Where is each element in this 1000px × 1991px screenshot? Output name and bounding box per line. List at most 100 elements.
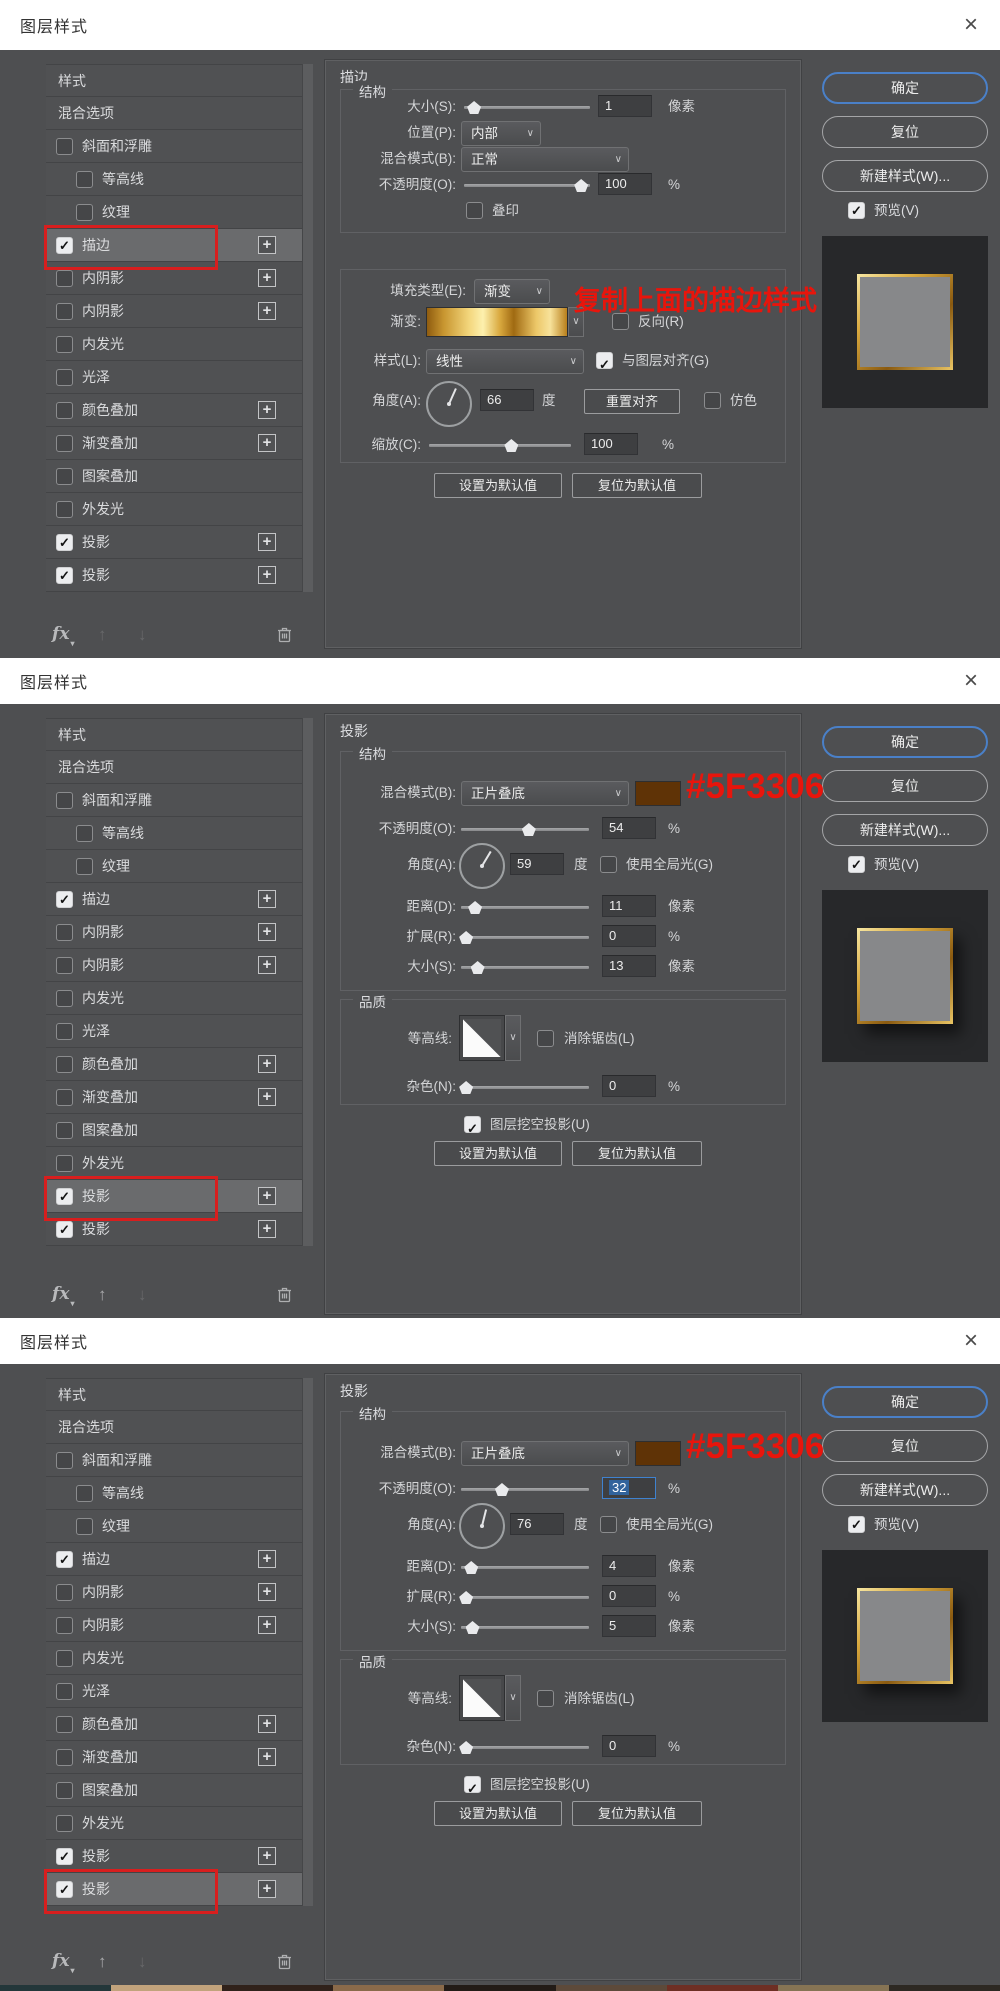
add-effect-button[interactable]: + [258, 1187, 276, 1205]
sidebar-item-渐变叠加[interactable]: 渐变叠加 + [46, 1081, 302, 1114]
sidebar-item-内发光[interactable]: 内发光 [46, 328, 302, 361]
new-style-button[interactable]: 新建样式(W)... [822, 160, 988, 192]
size-value-field[interactable]: 5 [602, 1615, 656, 1637]
sidebar-item-投影[interactable]: ✓ 投影 + [46, 526, 302, 559]
angle-value-field[interactable]: 76 [510, 1513, 564, 1535]
align-layer-checkbox[interactable]: ✓ [596, 352, 613, 372]
noise-slider[interactable] [459, 1735, 589, 1759]
effect-checkbox[interactable] [56, 270, 73, 287]
set-default-button[interactable]: 设置为默认值 [434, 1801, 562, 1826]
effect-checkbox[interactable]: ✓ [56, 1551, 73, 1568]
effect-checkbox[interactable]: ✓ [56, 567, 73, 584]
add-effect-button[interactable]: + [258, 1616, 276, 1634]
reset-align-button[interactable]: 重置对齐 [584, 389, 680, 414]
effect-checkbox[interactable] [76, 1518, 93, 1535]
effect-checkbox[interactable] [56, 1617, 73, 1634]
effect-checkbox[interactable] [56, 1155, 73, 1172]
fx-menu-icon[interactable]: fx▾ [52, 1284, 74, 1308]
sidebar-item-斜面和浮雕[interactable]: 斜面和浮雕 [46, 784, 302, 817]
size-value-field[interactable]: 1 [598, 95, 652, 117]
add-effect-button[interactable]: + [258, 566, 276, 584]
use-global-light-checkbox[interactable] [600, 856, 617, 873]
ok-button[interactable]: 确定 [822, 726, 988, 758]
distance-value-field[interactable]: 11 [602, 895, 656, 917]
sidebar-item-混合选项[interactable]: 混合选项 [46, 1411, 302, 1444]
move-effect-up-icon[interactable]: ↑ [98, 625, 107, 645]
effect-checkbox[interactable] [56, 501, 73, 518]
effect-checkbox[interactable] [56, 1683, 73, 1700]
sidebar-item-描边[interactable]: ✓ 描边 + [46, 1543, 302, 1576]
opacity-slider[interactable] [461, 817, 589, 841]
sidebar-item-内阴影[interactable]: 内阴影 + [46, 949, 302, 982]
dither-checkbox[interactable] [704, 392, 721, 409]
reset-default-button[interactable]: 复位为默认值 [572, 1801, 702, 1826]
spread-slider[interactable] [459, 925, 589, 949]
sidebar-item-内阴影[interactable]: 内阴影 + [46, 295, 302, 328]
size-value-field[interactable]: 13 [602, 955, 656, 977]
sidebar-item-样式[interactable]: 样式 [46, 64, 302, 97]
reset-button[interactable]: 复位 [822, 1430, 988, 1462]
effect-checkbox[interactable] [56, 1056, 73, 1073]
sidebar-item-内发光[interactable]: 内发光 [46, 982, 302, 1015]
noise-value-field[interactable]: 0 [602, 1735, 656, 1757]
sidebar-item-描边[interactable]: ✓ 描边 + [46, 883, 302, 916]
move-effect-down-icon[interactable]: ↓ [138, 1952, 147, 1972]
sidebar-item-颜色叠加[interactable]: 颜色叠加 + [46, 1048, 302, 1081]
size-slider[interactable] [461, 955, 589, 979]
add-effect-button[interactable]: + [258, 1220, 276, 1238]
delete-effect-icon[interactable] [277, 626, 292, 648]
fx-menu-icon[interactable]: fx▾ [52, 624, 74, 648]
effect-checkbox[interactable] [56, 369, 73, 386]
sidebar-item-等高线[interactable]: 等高线 [46, 817, 302, 850]
sidebar-item-纹理[interactable]: 纹理 [46, 850, 302, 883]
add-effect-button[interactable]: + [258, 401, 276, 419]
opacity-value-field[interactable]: 54 [602, 817, 656, 839]
effect-checkbox[interactable] [76, 825, 93, 842]
close-icon[interactable]: × [964, 669, 978, 693]
set-default-button[interactable]: 设置为默认值 [434, 1141, 562, 1166]
add-effect-button[interactable]: + [258, 269, 276, 287]
sidebar-item-图案叠加[interactable]: 图案叠加 [46, 460, 302, 493]
size-slider[interactable] [464, 95, 590, 119]
effect-checkbox[interactable] [56, 1089, 73, 1106]
effect-checkbox[interactable]: ✓ [56, 891, 73, 908]
sidebar-item-描边[interactable]: ✓ 描边 + [44, 225, 302, 270]
add-effect-button[interactable]: + [258, 1583, 276, 1601]
layer-knockout-checkbox[interactable]: ✓ [464, 1116, 481, 1136]
effect-checkbox[interactable] [56, 138, 73, 155]
spread-value-field[interactable]: 0 [602, 925, 656, 947]
add-effect-button[interactable]: + [258, 533, 276, 551]
scale-slider[interactable] [429, 433, 571, 457]
add-effect-button[interactable]: + [258, 1088, 276, 1106]
blend-mode-dropdown[interactable]: 正片叠底 ∨ [461, 1441, 629, 1466]
distance-slider[interactable] [461, 1555, 589, 1579]
effect-checkbox[interactable] [56, 303, 73, 320]
angle-value-field[interactable]: 59 [510, 853, 564, 875]
sidebar-item-颜色叠加[interactable]: 颜色叠加 + [46, 394, 302, 427]
effect-checkbox[interactable] [56, 1452, 73, 1469]
delete-effect-icon[interactable] [277, 1953, 292, 1975]
effect-checkbox[interactable] [56, 924, 73, 941]
sidebar-item-样式[interactable]: 样式 [46, 1378, 302, 1411]
add-effect-button[interactable]: + [258, 923, 276, 941]
effect-checkbox[interactable] [56, 1650, 73, 1667]
sidebar-item-光泽[interactable]: 光泽 [46, 361, 302, 394]
effect-checkbox[interactable] [56, 990, 73, 1007]
preview-checkbox[interactable]: ✓ [848, 1516, 865, 1533]
sidebar-item-等高线[interactable]: 等高线 [46, 1477, 302, 1510]
effect-checkbox[interactable] [76, 858, 93, 875]
add-effect-button[interactable]: + [258, 890, 276, 908]
blend-mode-dropdown[interactable]: 正常 ∨ [461, 147, 629, 172]
shadow-color-swatch[interactable] [635, 781, 681, 806]
effect-checkbox[interactable]: ✓ [56, 534, 73, 551]
sidebar-item-图案叠加[interactable]: 图案叠加 [46, 1114, 302, 1147]
blend-mode-dropdown[interactable]: 正片叠底 ∨ [461, 781, 629, 806]
effect-checkbox[interactable] [56, 792, 73, 809]
effect-checkbox[interactable] [56, 1782, 73, 1799]
effect-checkbox[interactable] [56, 957, 73, 974]
effect-checkbox[interactable] [56, 1716, 73, 1733]
add-effect-button[interactable]: + [258, 302, 276, 320]
sidebar-item-颜色叠加[interactable]: 颜色叠加 + [46, 1708, 302, 1741]
add-effect-button[interactable]: + [258, 1748, 276, 1766]
add-effect-button[interactable]: + [258, 1055, 276, 1073]
